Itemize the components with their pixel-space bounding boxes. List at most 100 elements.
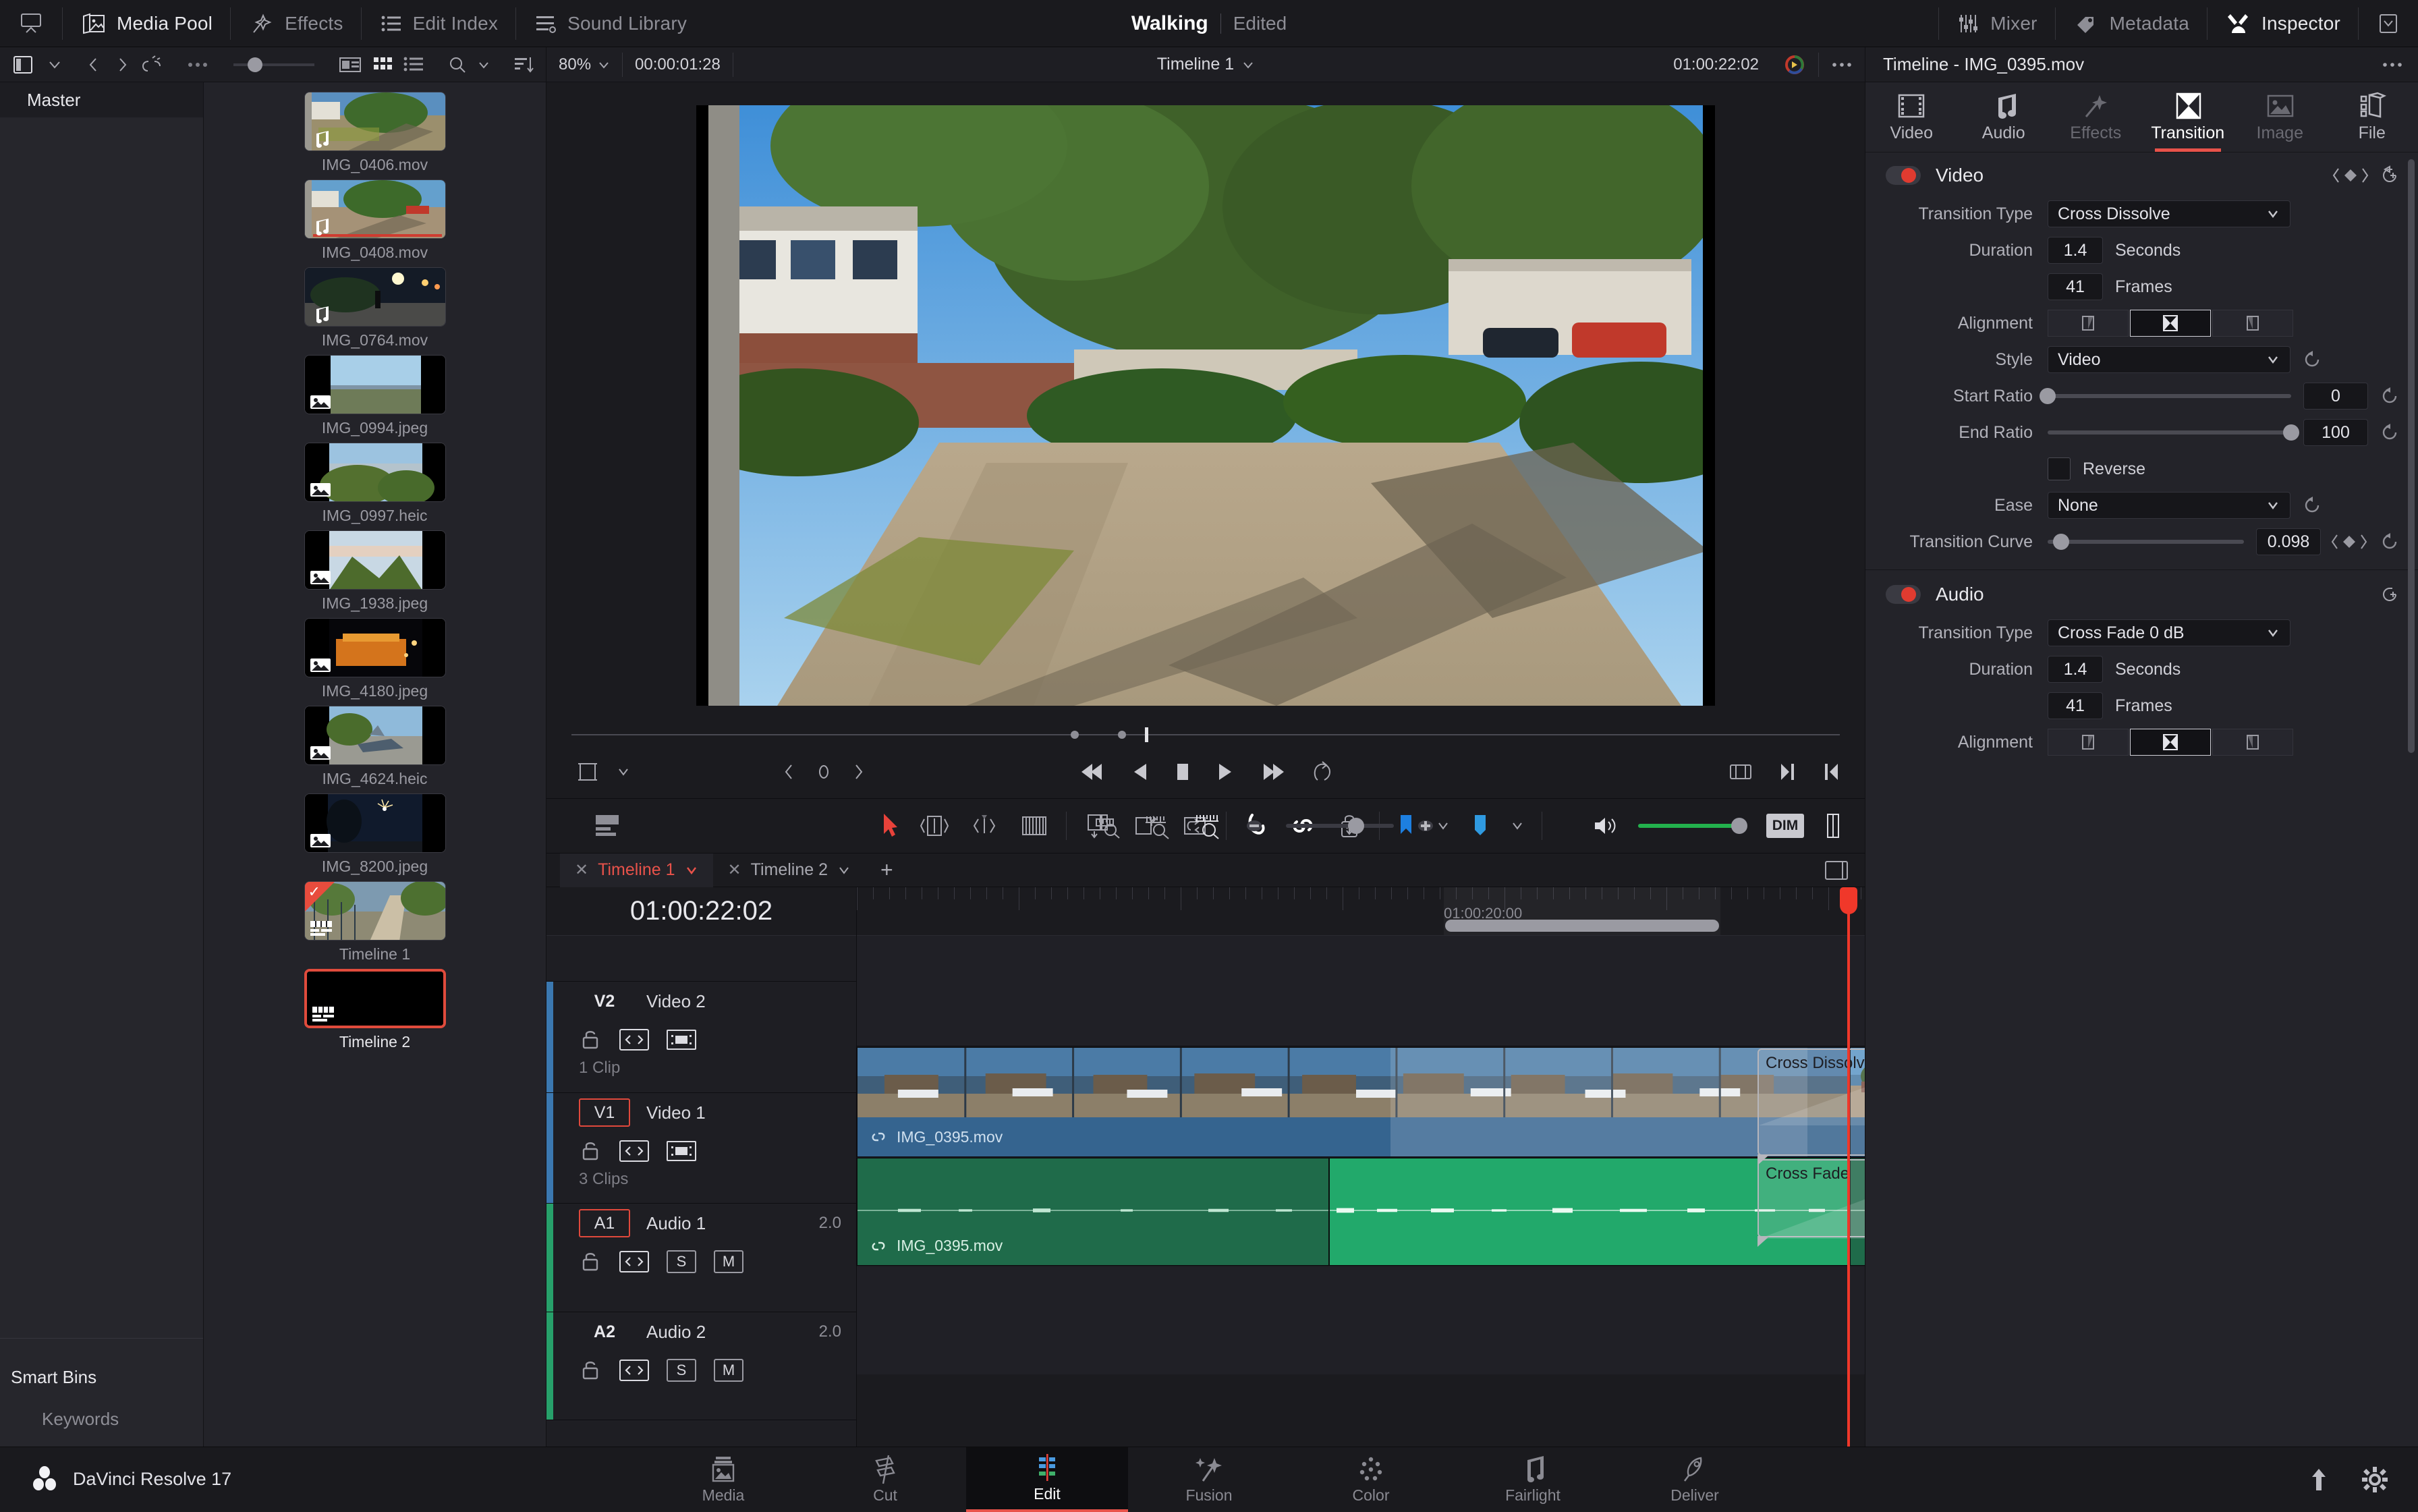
metadata-button[interactable]: Metadata [2056,0,2207,47]
mute-button[interactable]: M [714,1250,743,1273]
timeline-clip-video-1[interactable]: IMG_0395.mov [857,1047,1849,1157]
zoom-in-button[interactable] [1414,814,1437,837]
close-icon[interactable]: ✕ [728,860,741,880]
search-group[interactable] [436,47,502,82]
fit-to-screen-icon[interactable] [1728,762,1753,782]
smart-bin-keywords[interactable]: Keywords [0,1398,203,1440]
home-button[interactable] [0,0,62,47]
media-pool-item[interactable]: IMG_0994.jpeg [298,355,453,437]
video-duration-seconds-input[interactable]: 1.4 [2048,237,2103,264]
media-pool-item[interactable]: IMG_0997.heic [298,443,453,525]
track-id-badge[interactable]: A1 [579,1209,630,1237]
viewer-source-timecode[interactable]: 00:00:01:28 [623,47,733,82]
inspector-tab-image[interactable]: Image [2234,82,2326,152]
track-name[interactable]: Video 2 [646,991,706,1012]
inspector-tab-audio[interactable]: Audio [1958,82,2050,152]
chevron-left-icon[interactable] [86,56,103,74]
audio-duration-seconds-input[interactable]: 1.4 [2048,656,2103,683]
track-id-badge[interactable]: A2 [579,1318,630,1346]
chevron-down-icon[interactable] [598,59,610,70]
end-ratio-slider[interactable] [2048,430,2291,435]
bin-master[interactable]: Master [0,82,203,117]
alignment-start-button[interactable] [2212,729,2293,756]
track-header-A1[interactable]: A1Audio 12.0SM [546,1204,856,1312]
inspector-options-icon[interactable] [2382,61,2403,68]
viewer-options-ellipsis-icon[interactable] [1819,47,1865,82]
timeline-lane-A2[interactable] [857,1266,1865,1374]
page-button-deliver[interactable]: Deliver [1614,1447,1776,1512]
timeline-zoom-slider[interactable] [1286,824,1394,828]
speaker-icon[interactable] [1592,814,1618,837]
timeline-options-icon[interactable] [1823,859,1850,882]
media-pool-item[interactable]: IMG_4180.jpeg [298,618,453,700]
page-button-media[interactable]: Media [642,1447,804,1512]
timeline-tab-1[interactable]: ✕ Timeline 1 [560,853,713,887]
track-id-badge[interactable]: V1 [579,1098,630,1127]
keyframe-nav-icon[interactable] [2332,167,2369,184]
transform-icon[interactable] [576,760,599,783]
page-button-edit[interactable]: Edit [966,1447,1128,1512]
page-button-fairlight[interactable]: Fairlight [1452,1447,1614,1512]
timeline-clip-audio-1a[interactable]: IMG_0395.mov [857,1158,1329,1266]
media-thumbnail[interactable] [304,969,446,1028]
blade-edit-tool[interactable] [1020,813,1048,839]
chevron-down-icon[interactable] [837,865,851,876]
smart-bins-header[interactable]: Smart Bins [0,1356,203,1398]
color-wheel-icon[interactable] [1771,47,1818,82]
solo-button[interactable]: S [667,1359,696,1382]
timeline-lane-V2[interactable] [857,936,1865,1046]
media-thumbnail[interactable]: ✓ [304,881,446,941]
start-ratio-input[interactable]: 0 [2303,383,2368,410]
list-view-icon[interactable] [403,55,424,74]
timeline-lane-A1[interactable]: IMG_0395.mov [857,1158,1865,1266]
transition-curve-slider[interactable] [2048,540,2244,544]
alignment-end-button[interactable] [2048,310,2129,337]
loop-icon[interactable] [1311,760,1334,784]
viewer-scrubber[interactable] [571,723,1840,746]
audio-duration-frames-input[interactable]: 41 [2048,692,2103,719]
track-header-V2[interactable]: V2Video 21 Clip [546,982,856,1093]
audio-transition-type-dropdown[interactable]: Cross Fade 0 dB [2048,619,2290,646]
chevron-down-icon[interactable] [685,865,698,876]
media-thumbnail[interactable] [304,530,446,590]
trim-edit-tool[interactable] [920,813,949,839]
zoom-out-button[interactable] [1243,814,1266,837]
media-pool-item[interactable]: Timeline 2 [298,969,453,1051]
media-pool-item[interactable]: IMG_1938.jpeg [298,530,453,613]
keyframe-nav-icon[interactable] [2330,533,2368,551]
video-transition-type-dropdown[interactable]: Cross Dissolve [2048,200,2290,227]
thumbnail-size-slider[interactable] [221,47,327,82]
media-thumbnail[interactable] [304,706,446,765]
sidebar-toggle-icon[interactable] [12,55,36,75]
stop-icon[interactable] [1173,760,1192,784]
track-header-V1[interactable]: V1Video 13 Clips [546,1093,856,1204]
settings-gear-icon[interactable] [2361,1466,2388,1493]
audio-meter-icon[interactable] [1824,812,1842,839]
media-pool-item[interactable]: IMG_8200.jpeg [298,793,453,876]
mixer-button[interactable]: Mixer [1939,0,2054,47]
media-thumbnail[interactable] [304,355,446,414]
play-icon[interactable] [1215,760,1235,784]
slider-knob[interactable] [2040,388,2056,404]
reset-icon[interactable] [2380,532,2400,552]
auto-select-icon[interactable] [619,1251,649,1272]
reset-icon[interactable] [2380,422,2400,443]
viewer-video-frame[interactable] [696,105,1715,706]
media-pool-item[interactable]: IMG_4624.heic [298,706,453,788]
timeline-tab-2[interactable]: ✕ Timeline 2 [713,853,866,887]
track-id-badge[interactable]: V2 [579,987,630,1015]
chevron-down-icon[interactable] [478,59,490,71]
playhead-handle[interactable] [1840,887,1857,914]
metadata-view-icon[interactable] [339,56,362,74]
ease-dropdown[interactable]: None [2048,492,2290,519]
inspector-button[interactable]: Inspector [2208,0,2358,47]
auto-select-icon[interactable] [619,1360,649,1381]
fit-timeline-icon[interactable] [1093,812,1123,839]
video-style-dropdown[interactable]: Video [2048,346,2290,373]
media-thumbnail[interactable] [304,179,446,239]
inspector-tab-effects[interactable]: Effects [2050,82,2142,152]
start-ratio-slider[interactable] [2048,394,2291,398]
slider-knob[interactable] [1348,818,1364,834]
dim-button[interactable]: DIM [1766,814,1804,838]
project-manager-icon[interactable] [2306,1466,2332,1493]
